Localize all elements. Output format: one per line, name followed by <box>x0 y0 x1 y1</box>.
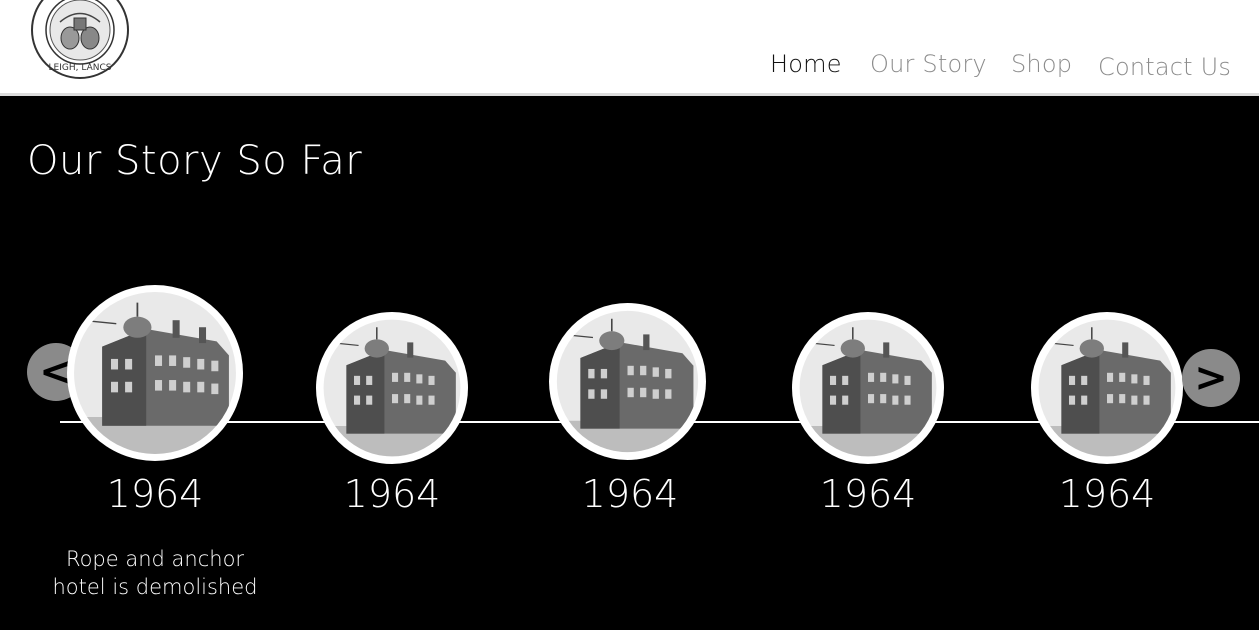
timeline-year-2: 1964 <box>343 472 441 516</box>
site-header: LEIGH, LANCS Home Our Story Shop Contact… <box>0 0 1259 96</box>
timeline-image-5[interactable] <box>1031 312 1183 464</box>
next-arrow-button[interactable]: > <box>1182 349 1240 407</box>
historic-building-photo <box>799 319 937 457</box>
timeline-description-1: Rope and anchor hotel is demolished <box>52 547 258 599</box>
timeline-year-1: 1964 <box>106 472 204 516</box>
nav-home[interactable]: Home <box>770 50 842 78</box>
historic-building-photo <box>323 319 461 457</box>
timeline-image-3[interactable] <box>549 303 706 460</box>
nav-contact-us[interactable]: Contact Us <box>1098 53 1231 81</box>
historic-building-photo <box>1038 319 1176 457</box>
timeline-image-4[interactable] <box>792 312 944 464</box>
timeline-year-3: 1964 <box>581 472 679 516</box>
historic-building-photo <box>74 292 236 454</box>
nav-shop[interactable]: Shop <box>1011 50 1072 78</box>
timeline-year-5: 1964 <box>1058 472 1156 516</box>
chevron-right-icon: > <box>1194 355 1228 401</box>
nav-our-story[interactable]: Our Story <box>870 50 987 78</box>
historic-building-photo <box>556 310 699 453</box>
timeline-year-4: 1964 <box>819 472 917 516</box>
page-title: Our Story So Far <box>27 138 363 184</box>
timeline-image-2[interactable] <box>316 312 468 464</box>
main-nav: Home Our Story Shop Contact Us <box>0 48 1259 88</box>
timeline-image-1[interactable] <box>67 285 243 461</box>
